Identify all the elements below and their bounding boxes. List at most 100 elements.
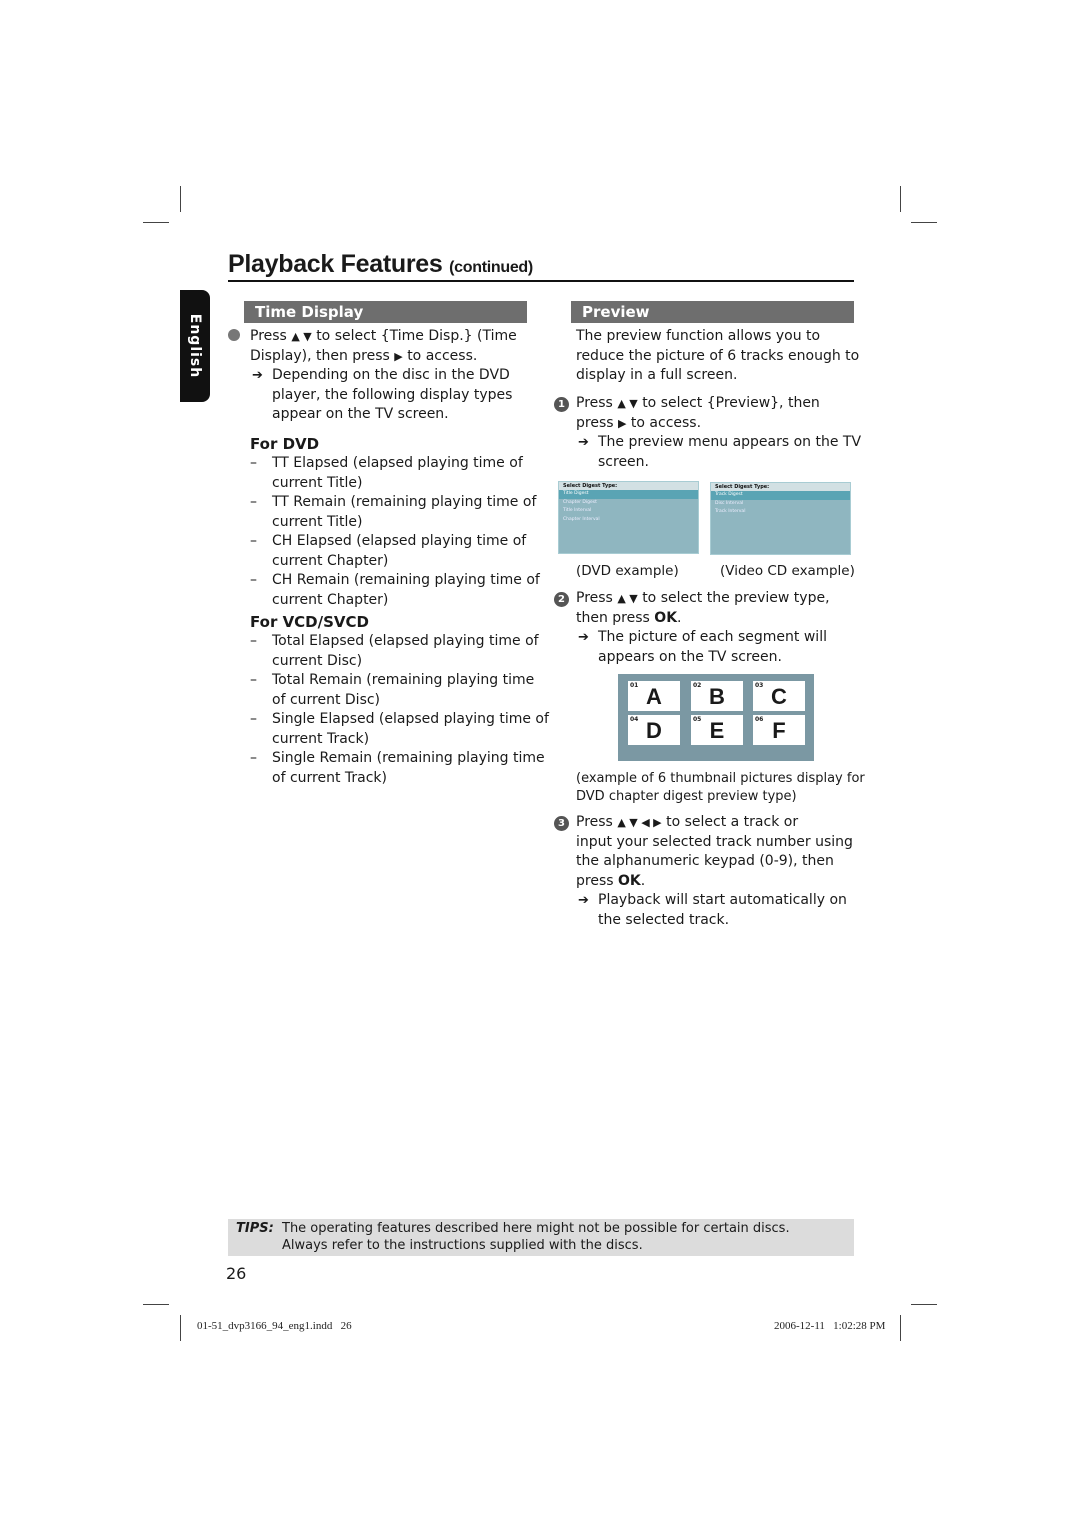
thumbnail-letter: F [772, 718, 786, 743]
text: The preview function allows you to [576, 328, 821, 344]
text: press [576, 414, 614, 431]
text: appear on the TV screen. [272, 406, 449, 422]
step-2-badge: 2 [554, 592, 569, 607]
tips-text: The operating features described here mi… [282, 1221, 790, 1254]
page-title: Playback Features (continued) [228, 250, 533, 279]
thumbnail: 06 F [753, 715, 805, 745]
text: The picture of each segment will [598, 629, 827, 645]
direction-arrows-icon: ▲ ▼ ◀ ▶ [617, 816, 662, 829]
right-arrow-icon: ▶ [618, 416, 627, 430]
vcd-example-caption: (Video CD example) [720, 563, 855, 579]
thumbnail-caption: (example of 6 thumbnail pictures display… [576, 770, 865, 806]
text: current Chapter) [272, 552, 389, 569]
text: Single Remain (remaining playing time [272, 750, 545, 766]
menu-item: Track Digest [711, 491, 850, 500]
preview-intro: The preview function allows you to reduc… [576, 327, 859, 386]
crop-mark [911, 1304, 937, 1305]
list-item: – Single Remain (remaining playing time of… [250, 749, 549, 788]
text: current Chapter) [272, 591, 389, 608]
text: appears on the TV screen. [598, 648, 782, 665]
preview-step-1: Press ▲ ▼ to select {Preview}, then pres… [576, 394, 861, 472]
vcd-list: – Total Elapsed (elapsed playing time of c… [250, 632, 549, 788]
time-display-heading: Time Display [244, 301, 527, 323]
text: Playback will start automatically on [598, 892, 847, 908]
crop-mark [900, 1315, 901, 1341]
language-tab: English [180, 290, 210, 402]
text: to select a track or [666, 814, 799, 830]
ok-key-label: OK [654, 609, 678, 626]
right-arrow-icon: ▶ [394, 349, 403, 363]
thumbnail: 05 E [691, 715, 743, 745]
menu-item: Chapter Interval [563, 516, 600, 522]
dvd-digest-menu: Select Digest Type: Title Digest Chapter… [558, 481, 699, 554]
text: TT Remain (remaining playing time of [272, 494, 537, 510]
thumbnail-letter: A [646, 684, 662, 709]
list-item: – TT Remain (remaining playing time of cur… [250, 493, 540, 532]
text: press [576, 872, 614, 889]
text: to select the preview type, [642, 590, 830, 606]
text: input your selected track number using [576, 833, 853, 850]
thumbnail-letter: C [771, 684, 787, 709]
list-item: – CH Remain (remaining playing time of cur… [250, 571, 540, 610]
up-down-arrows-icon: ▲ ▼ [617, 397, 638, 410]
text: the selected track. [598, 911, 730, 928]
text: screen. [598, 453, 649, 470]
text: . [640, 872, 646, 889]
text: TT Elapsed (elapsed playing time of [272, 455, 523, 471]
crop-mark [911, 222, 937, 223]
preview-step-3: Press ▲ ▼ ◀ ▶ to select a track or input… [576, 813, 853, 930]
dvd-example-caption: (DVD example) [576, 563, 679, 579]
thumbnail: 02 B [691, 681, 743, 711]
text: DVD chapter digest preview type) [576, 789, 797, 804]
thumbnail-letter: E [709, 718, 725, 743]
text: The operating features described here mi… [282, 1221, 790, 1236]
crop-mark [900, 186, 901, 212]
text: current Title) [272, 474, 363, 491]
crop-mark [180, 1315, 181, 1341]
menu-item: Disc Interval [715, 500, 744, 506]
text: current Disc) [272, 652, 363, 669]
text: display in a full screen. [576, 367, 738, 383]
up-down-arrows-icon: ▲ ▼ [291, 330, 312, 343]
list-item: – TT Elapsed (elapsed playing time of curr… [250, 454, 540, 493]
text: to select {Preview}, then [642, 395, 820, 411]
text: Single Elapsed (elapsed playing time of [272, 711, 549, 727]
vcd-digest-menu: Select Digest Type: Track Digest Disc In… [710, 482, 851, 555]
text: of current Track) [272, 769, 387, 786]
menu-title: Select Digest Type: [559, 482, 698, 490]
list-item: – Total Elapsed (elapsed playing time of c… [250, 632, 549, 671]
text: CH Elapsed (elapsed playing time of [272, 533, 527, 549]
menu-item: Chapter Digest [563, 499, 597, 505]
text: player, the following display types [272, 386, 513, 403]
list-item: – Single Elapsed (elapsed playing time of… [250, 710, 549, 749]
preview-step-2: Press ▲ ▼ to select the preview type, th… [576, 589, 830, 667]
text: Press [576, 395, 613, 411]
crop-mark [180, 186, 181, 212]
text: to access. [630, 414, 702, 431]
page-number: 26 [226, 1264, 247, 1283]
thumbnail-letter: D [646, 718, 662, 743]
text: Total Remain (remaining playing time [272, 672, 535, 688]
result-arrow-icon: ➔ [578, 435, 589, 450]
thumbnail: 01 A [628, 681, 680, 711]
for-vcd-heading: For VCD/SVCD [250, 613, 369, 631]
title-rule [228, 280, 854, 282]
result-arrow-icon: ➔ [252, 368, 263, 383]
bullet-icon [228, 329, 240, 341]
step-1-badge: 1 [554, 397, 569, 412]
ok-key-label: OK [618, 872, 641, 889]
text: Depending on the disc in the DVD [272, 367, 510, 383]
step-3-badge: 3 [554, 816, 569, 831]
menu-item: Title Digest [559, 490, 698, 499]
result-arrow-icon: ➔ [578, 630, 589, 645]
list-item: – CH Elapsed (elapsed playing time of curr… [250, 532, 540, 571]
text: then press [576, 609, 650, 626]
footer-filename: 01-51_dvp3166_94_eng1.indd 26 [197, 1320, 352, 1332]
time-display-heading-text: Time Display [255, 303, 364, 321]
menu-item: Title Interval [563, 508, 592, 513]
text: Press [576, 590, 613, 606]
preview-heading-text: Preview [582, 303, 650, 321]
text: Press [576, 814, 613, 830]
text: to select {Time Disp.} (Time [316, 328, 517, 344]
menu-title: Select Digest Type: [711, 483, 850, 491]
